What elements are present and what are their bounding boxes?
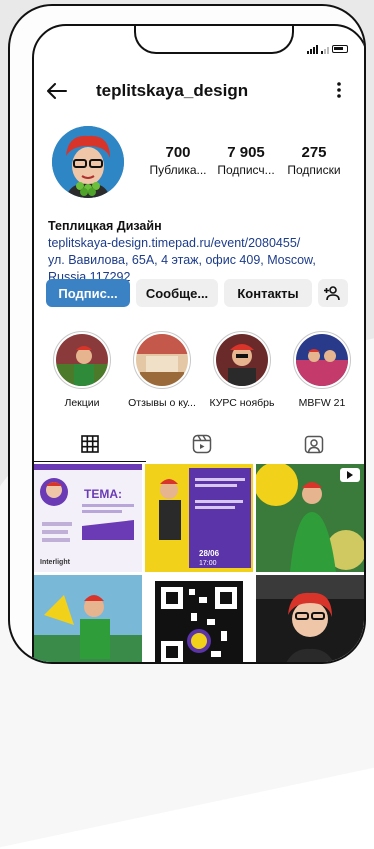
bio-name: Теплицкая Дизайн [48,219,162,233]
back-arrow-icon[interactable] [46,80,68,102]
status-bar [307,44,348,54]
profile-username: teplitskaya_design [96,81,249,100]
reels-icon [192,434,212,454]
highlight-ring [213,331,271,389]
message-button[interactable]: Сообще... [136,279,218,307]
highlight-ring [53,331,111,389]
profile-stats: 700 Публика... 7 905 Подписч... 275 Подп… [144,144,348,177]
stat-label: Подписки [287,163,341,177]
post-date: 28/06 [199,549,220,558]
stat-followers[interactable]: 7 905 Подписч... [212,144,280,177]
post-thumbnail[interactable] [145,575,253,662]
highlight-image [136,334,188,386]
post-thumbnail[interactable]: 28/06 17:00 [145,464,253,572]
signal-icon-2 [321,44,329,54]
post-thumbnail[interactable] [256,464,364,572]
highlight-label: Отзывы о ку... [128,397,196,409]
post-thumbnail[interactable] [256,575,364,662]
highlight-image [296,334,348,386]
stat-value: 275 [301,144,327,161]
person-plus-icon [324,286,340,301]
highlight-label: Лекции [64,397,100,409]
highlight-image [56,334,108,386]
post-thumbnail[interactable]: ТЕМА: Interlight [34,464,142,572]
profile-actions: Подпис... Сообще... Контакты [46,279,348,307]
stat-label: Подписч... [217,163,275,177]
highlight-item[interactable]: MBFW 21 [282,331,362,409]
highlight-ring [293,331,351,389]
highlight-item[interactable]: КУРС ноябрь [202,331,282,409]
posts-grid: ТЕМА: Interlight 28/06 17:00 [34,464,364,662]
contacts-button[interactable]: Контакты [224,279,312,307]
bio-link[interactable]: teplitskaya-design.timepad.ru/event/2080… [48,235,348,252]
profile-avatar[interactable] [52,126,124,198]
signal-icon [307,44,318,54]
highlight-image [216,334,268,386]
subscribe-button[interactable]: Подпис... [46,279,130,307]
profile-bio: Теплицкая Дизайн teplitskaya-design.time… [48,218,348,286]
highlight-item[interactable]: Отзывы о ку... [122,331,202,409]
stat-value: 7 905 [227,144,265,161]
highlight-label: КУРС ноябрь [209,397,275,409]
post-title: ТЕМА: [84,487,122,501]
phone-notch [134,26,294,54]
tab-tagged[interactable] [258,426,364,462]
tab-reels[interactable] [146,426,258,462]
grid-icon [81,435,99,453]
phone-screen: teplitskaya_design 700 Публика... 7 905 … [32,24,364,662]
more-options-icon[interactable] [336,81,346,102]
post-footer: Interlight [40,559,71,566]
profile-header: teplitskaya_design [46,76,346,106]
post-thumbnail[interactable] [34,575,142,662]
person-tag-icon [304,435,324,454]
highlight-item[interactable]: Лекции [42,331,122,409]
battery-icon [332,45,348,53]
add-person-button[interactable] [318,279,348,307]
content-tabs [34,426,364,462]
highlight-label: MBFW 21 [298,397,346,409]
highlight-ring [133,331,191,389]
stat-following[interactable]: 275 Подписки [280,144,348,177]
phone-frame: teplitskaya_design 700 Публика... 7 905 … [8,4,366,664]
bio-address-line1[interactable]: ул. Вавилова, 65А, 4 этаж, офис 409, Mos… [48,252,348,269]
tab-grid[interactable] [34,426,146,462]
stat-label: Публика... [149,163,207,177]
stat-posts[interactable]: 700 Публика... [144,144,212,177]
stat-value: 700 [165,144,191,161]
post-time: 17:00 [199,560,217,567]
story-highlights: Лекции Отзывы о ку... КУРС ноябрь MBFW 2… [42,331,362,409]
